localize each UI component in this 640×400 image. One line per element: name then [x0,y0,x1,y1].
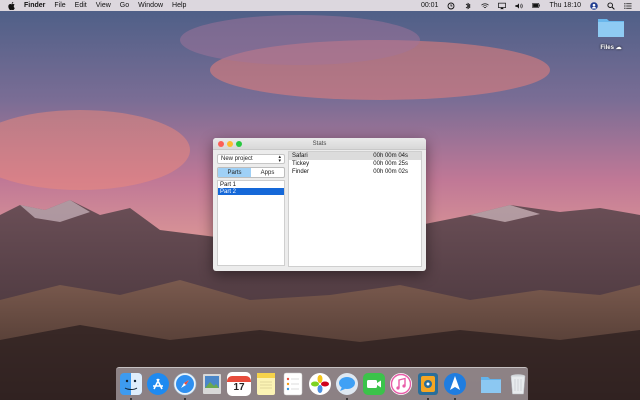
list-item[interactable]: Part 2 [218,188,284,195]
table-row[interactable]: Tickey 00h 00m 25s [289,160,421,168]
cloud-icon: ☁ [615,45,622,51]
wifi-icon[interactable] [481,2,490,10]
itunes-icon[interactable] [389,372,413,396]
menu-edit[interactable]: Edit [75,2,87,9]
notification-center-icon[interactable] [624,2,632,10]
list-item[interactable]: Part 1 [218,181,284,188]
photos-icon[interactable] [308,372,332,396]
testflight-icon[interactable] [443,372,467,400]
tab-parts[interactable]: Parts [218,168,251,177]
app-name: Finder [292,169,310,175]
app-time: 00h 00m 04s [373,153,408,159]
timer-icon[interactable] [447,2,455,10]
reminders-icon[interactable] [281,372,305,396]
tickey-icon[interactable] [416,372,440,400]
view-segmented-control: Parts Apps [217,167,285,178]
airplay-icon[interactable] [498,2,507,10]
spotlight-icon[interactable] [607,1,615,10]
apps-table: Safari 00h 00m 04s Tickey 00h 00m 25s Fi… [288,151,422,267]
clock[interactable]: Thu 18:10 [549,2,581,9]
bluetooth-icon[interactable] [464,2,472,10]
safari-icon[interactable] [173,372,197,400]
volume-icon[interactable] [515,2,524,10]
calendar-day: 17 [233,381,245,393]
menu-view[interactable]: View [96,2,111,9]
battery-icon[interactable] [532,2,541,10]
table-row[interactable]: Finder 00h 00m 02s [289,168,421,176]
desktop-folder-label: Files [600,45,614,51]
tickey-timer[interactable]: 00:01 [421,2,439,9]
app-name: Safari [292,153,308,159]
project-select-value: New project [221,156,253,162]
trash-icon[interactable] [506,372,530,396]
traffic-lights [218,141,242,147]
tab-apps[interactable]: Apps [251,168,284,177]
menu-bar-right: 00:01 Thu 18:10 [421,1,632,10]
menu-go[interactable]: Go [120,2,129,9]
zoom-button[interactable] [236,141,242,147]
facetime-icon[interactable] [362,372,386,396]
desktop-folder[interactable]: Files ☁ [594,16,628,51]
parts-list: Part 1 Part 2 [217,180,285,266]
window-titlebar[interactable]: Stats [213,138,426,150]
app-name: Tickey [292,161,310,167]
window-title: Stats [312,140,327,147]
menu-file[interactable]: File [54,2,65,9]
stats-window: Stats New project ▴ ▾ Parts Apps Part 1 P… [213,138,426,271]
notes-icon[interactable] [254,372,278,396]
folder-icon [598,19,624,37]
apple-icon[interactable] [8,1,15,10]
app-time: 00h 00m 25s [373,161,408,167]
dock: 17 [116,367,528,400]
app-time: 00h 00m 02s [373,169,408,175]
project-select[interactable]: New project ▴ ▾ [217,154,285,164]
menu-app-name[interactable]: Finder [24,2,45,9]
finder-icon[interactable] [119,372,143,400]
updown-chevron-icon: ▴ ▾ [278,154,281,164]
calendar-icon[interactable]: 17 [227,372,251,396]
menu-help[interactable]: Help [172,2,186,9]
table-row[interactable]: Safari 00h 00m 04s [289,152,421,160]
folder-icon[interactable] [479,372,503,396]
messages-icon[interactable] [335,372,359,400]
menu-bar: Finder File Edit View Go Window Help 00:… [0,0,640,11]
minimize-button[interactable] [227,141,233,147]
close-button[interactable] [218,141,224,147]
user-avatar-icon[interactable] [590,1,598,10]
menu-window[interactable]: Window [138,2,163,9]
app-store-icon[interactable] [146,372,170,396]
left-panel: New project ▴ ▾ Parts Apps Part 1 Part 2 [217,154,285,267]
preview-icon[interactable] [200,372,224,396]
menu-bar-left: Finder File Edit View Go Window Help [8,1,186,10]
